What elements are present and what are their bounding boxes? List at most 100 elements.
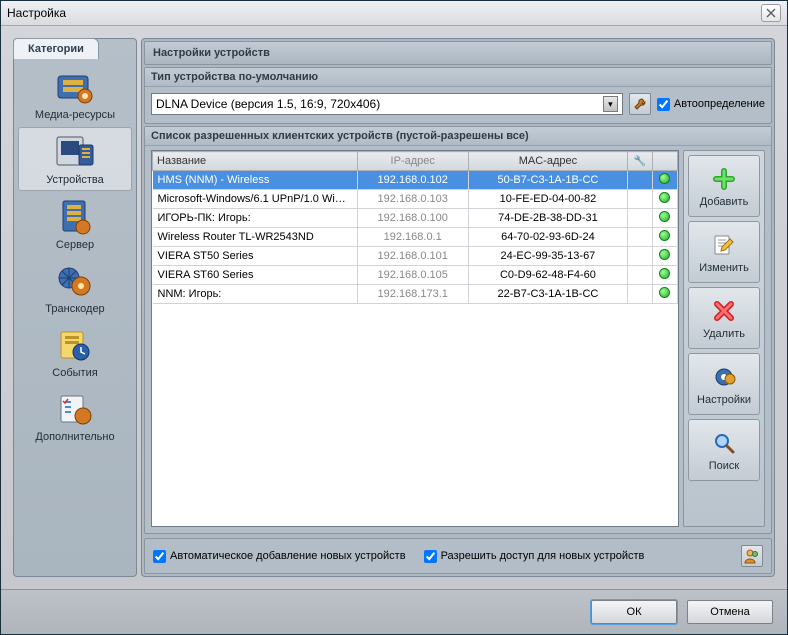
events-icon <box>53 325 97 365</box>
auto-detect-label: Автоопределение <box>674 98 765 110</box>
ok-button[interactable]: ОК <box>591 600 677 624</box>
cell-ip: 192.168.0.103 <box>357 190 468 209</box>
settings-dialog: Настройка Категории Медиа-ресурсы <box>0 0 788 635</box>
column-status[interactable] <box>652 152 677 171</box>
edit-label: Изменить <box>699 262 749 274</box>
allow-new-input[interactable] <box>424 550 437 563</box>
sidebar-item-devices[interactable]: Устройства <box>18 127 132 191</box>
sidebar-items: Медиа-ресурсы Устройства Сервер <box>14 63 136 447</box>
device-type-value: DLNA Device (версия 1.5, 16:9, 720x406) <box>156 97 603 111</box>
devices-icon <box>53 132 97 172</box>
cell-ip: 192.168.173.1 <box>357 285 468 304</box>
transcoder-icon <box>53 261 97 301</box>
auto-add-label: Автоматическое добавление новых устройст… <box>170 550 406 562</box>
sidebar-item-transcoder[interactable]: Транскодер <box>14 257 136 319</box>
allow-new-checkbox[interactable]: Разрешить доступ для новых устройств <box>424 550 645 563</box>
column-ip[interactable]: IP-адрес <box>357 152 468 171</box>
table-row[interactable]: VIERA ST60 Series192.168.0.105C0-D9-62-4… <box>153 266 678 285</box>
status-online-icon <box>659 268 670 279</box>
sidebar-item-label: Устройства <box>19 174 131 186</box>
cell-mac: 74-DE-2B-38-DD-31 <box>468 209 627 228</box>
table-row[interactable]: NNM: Игорь:192.168.173.122-B7-C3-1A-1B-C… <box>153 285 678 304</box>
user-access-button[interactable] <box>741 545 763 567</box>
device-list-group: Список разрешенных клиентских устройств … <box>144 126 772 534</box>
cell-mac: 22-B7-C3-1A-1B-CC <box>468 285 627 304</box>
search-label: Поиск <box>709 460 739 472</box>
type-config-button[interactable] <box>629 93 651 115</box>
delete-icon <box>710 297 738 325</box>
cell-mac: C0-D9-62-48-F4-60 <box>468 266 627 285</box>
settings-button[interactable]: Настройки <box>688 353 760 415</box>
device-table: Название IP-адрес MAC-адрес 🔧 HMS (NNM) … <box>152 151 678 304</box>
cell-status <box>652 171 677 190</box>
server-icon <box>53 197 97 237</box>
status-online-icon <box>659 192 670 203</box>
cell-mac: 64-70-02-93-6D-24 <box>468 228 627 247</box>
add-label: Добавить <box>700 196 749 208</box>
cell-tool <box>627 228 652 247</box>
table-header-row: Название IP-адрес MAC-адрес 🔧 <box>153 152 678 171</box>
sidebar-item-label: Медиа-ресурсы <box>14 109 136 121</box>
column-mac[interactable]: MAC-адрес <box>468 152 627 171</box>
media-resources-icon <box>53 67 97 107</box>
device-list-title: Список разрешенных клиентских устройств … <box>145 127 771 146</box>
status-online-icon <box>659 230 670 241</box>
sidebar-item-server[interactable]: Сервер <box>14 193 136 255</box>
cell-status <box>652 285 677 304</box>
cell-tool <box>627 247 652 266</box>
default-type-row: DLNA Device (версия 1.5, 16:9, 720x406) … <box>147 91 769 121</box>
sidebar-item-events[interactable]: События <box>14 321 136 383</box>
column-name[interactable]: Название <box>153 152 358 171</box>
search-icon <box>710 429 738 457</box>
cell-name: Wireless Router TL-WR2543ND <box>153 228 358 247</box>
cell-tool <box>627 190 652 209</box>
cell-ip: 192.168.0.105 <box>357 266 468 285</box>
action-column: Добавить Изменить Удалить <box>683 150 765 527</box>
wrench-icon <box>633 97 647 111</box>
cell-mac: 24-EC-99-35-13-67 <box>468 247 627 266</box>
cell-status <box>652 247 677 266</box>
sidebar-item-label: Дополнительно <box>14 431 136 443</box>
table-row[interactable]: Microsoft-Windows/6.1 UPnP/1.0 Windows19… <box>153 190 678 209</box>
table-row[interactable]: Wireless Router TL-WR2543ND192.168.0.164… <box>153 228 678 247</box>
cell-status <box>652 266 677 285</box>
cell-name: VIERA ST60 Series <box>153 266 358 285</box>
add-button[interactable]: Добавить <box>688 155 760 217</box>
table-row[interactable]: VIERA ST50 Series192.168.0.10124-EC-99-3… <box>153 247 678 266</box>
cell-ip: 192.168.0.101 <box>357 247 468 266</box>
status-online-icon <box>659 249 670 260</box>
window-title: Настройка <box>7 6 761 20</box>
sidebar: Категории Медиа-ресурсы Устройства <box>13 38 137 577</box>
column-tools[interactable]: 🔧 <box>627 152 652 171</box>
sidebar-item-additional[interactable]: Дополнительно <box>14 385 136 447</box>
cell-status <box>652 209 677 228</box>
cell-status <box>652 190 677 209</box>
cancel-button[interactable]: Отмена <box>687 600 773 624</box>
table-row[interactable]: ИГОРЬ-ПК: Игорь:192.168.0.10074-DE-2B-38… <box>153 209 678 228</box>
delete-button[interactable]: Удалить <box>688 287 760 349</box>
status-online-icon <box>659 287 670 298</box>
sidebar-item-media[interactable]: Медиа-ресурсы <box>14 63 136 125</box>
auto-detect-checkbox[interactable]: Автоопределение <box>657 98 765 111</box>
close-icon <box>766 8 776 18</box>
auto-add-input[interactable] <box>153 550 166 563</box>
allow-new-label: Разрешить доступ для новых устройств <box>441 550 645 562</box>
sidebar-item-label: События <box>14 367 136 379</box>
cell-name: Microsoft-Windows/6.1 UPnP/1.0 Windows <box>153 190 358 209</box>
search-button[interactable]: Поиск <box>688 419 760 481</box>
titlebar: Настройка <box>1 1 787 26</box>
sidebar-item-label: Транскодер <box>14 303 136 315</box>
body-row: Категории Медиа-ресурсы Устройства <box>13 38 775 577</box>
device-inner: Название IP-адрес MAC-адрес 🔧 HMS (NNM) … <box>151 150 765 527</box>
auto-add-checkbox[interactable]: Автоматическое добавление новых устройст… <box>153 550 406 563</box>
cell-ip: 192.168.0.100 <box>357 209 468 228</box>
edit-button[interactable]: Изменить <box>688 221 760 283</box>
table-row[interactable]: HMS (NNM) - Wireless192.168.0.10250-B7-C… <box>153 171 678 190</box>
cell-ip: 192.168.0.1 <box>357 228 468 247</box>
auto-detect-input[interactable] <box>657 98 670 111</box>
cell-tool <box>627 171 652 190</box>
device-type-dropdown[interactable]: DLNA Device (версия 1.5, 16:9, 720x406) … <box>151 93 623 115</box>
panel-title: Настройки устройств <box>144 41 772 65</box>
close-button[interactable] <box>761 4 781 22</box>
sidebar-item-label: Сервер <box>14 239 136 251</box>
